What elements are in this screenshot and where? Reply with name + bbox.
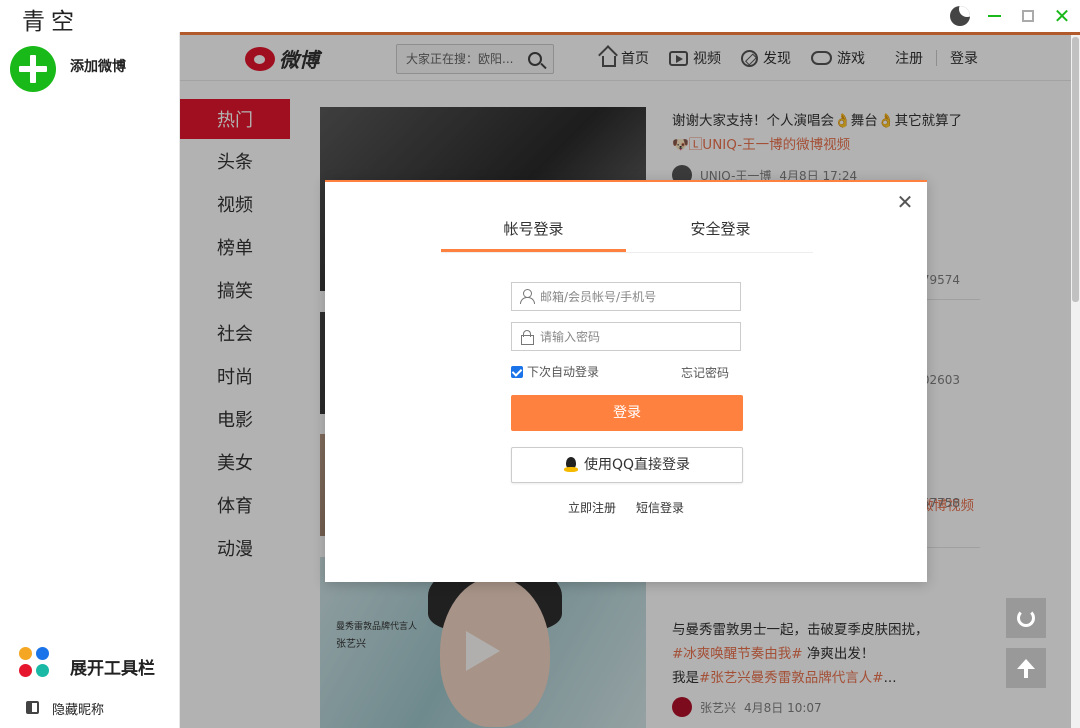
login-dialog: ✕ 帐号登录 安全登录 下次自动登录 忘记密码 登录 使用QQ直接登录 立即注册… — [325, 180, 927, 582]
sms-login-link[interactable]: 短信登录 — [636, 499, 684, 516]
tab-account-login[interactable]: 帐号登录 — [441, 216, 626, 252]
user-icon — [520, 289, 535, 304]
hide-nickname-label[interactable]: 隐藏昵称 — [52, 699, 104, 718]
password-field — [511, 322, 741, 351]
add-weibo-label[interactable]: 添加微博 — [70, 56, 126, 76]
login-bottom-links: 立即注册 短信登录 — [568, 499, 684, 516]
minimize-icon — [987, 15, 1001, 17]
lock-icon — [521, 330, 534, 345]
add-weibo-button[interactable] — [10, 46, 56, 92]
auto-login-checkbox[interactable] — [511, 365, 523, 378]
login-button[interactable]: 登录 — [511, 395, 743, 431]
scrollbar-thumb[interactable] — [1072, 37, 1079, 302]
qq-login-label: 使用QQ直接登录 — [583, 457, 691, 473]
window-controls: ✕ — [950, 5, 1072, 27]
register-now-link[interactable]: 立即注册 — [568, 499, 616, 516]
back-to-top-button[interactable] — [1006, 648, 1046, 688]
maximize-button[interactable] — [1018, 5, 1038, 27]
auto-login-label[interactable]: 下次自动登录 — [527, 363, 599, 380]
night-mode-button[interactable] — [950, 5, 970, 27]
username-input[interactable] — [540, 283, 738, 310]
password-input[interactable] — [540, 323, 738, 350]
toolbar-dots-icon[interactable] — [19, 647, 51, 679]
login-tabs: 帐号登录 安全登录 — [441, 216, 813, 253]
refresh-icon — [1017, 609, 1035, 627]
app-sidebar: 添加微博 展开工具栏 隐藏昵称 — [0, 32, 180, 728]
dot-red — [19, 664, 32, 677]
refresh-button[interactable] — [1006, 598, 1046, 638]
weibo-webview: 微博 首页 视频 发现 游戏 注册 登录 — [180, 32, 1080, 728]
qq-login-button[interactable]: 使用QQ直接登录 — [511, 447, 743, 483]
minimize-button[interactable] — [984, 5, 1004, 27]
app-title: 青空 — [22, 9, 80, 35]
close-window-button[interactable]: ✕ — [1052, 5, 1072, 27]
auto-login-option[interactable]: 下次自动登录 — [511, 363, 599, 380]
expand-toolbar-label[interactable]: 展开工具栏 — [70, 654, 155, 679]
forgot-password-link[interactable]: 忘记密码 — [681, 364, 729, 381]
username-field — [511, 282, 741, 311]
window-titlebar: 青空 ✕ — [0, 0, 1080, 35]
tab-secure-login[interactable]: 安全登录 — [628, 216, 813, 252]
dot-blue — [36, 647, 49, 660]
arrow-up-icon — [1017, 659, 1035, 678]
close-icon: ✕ — [1053, 4, 1071, 28]
dot-orange — [19, 647, 32, 660]
hide-nickname-icon[interactable] — [26, 701, 39, 714]
close-dialog-button[interactable]: ✕ — [896, 192, 914, 212]
dot-teal — [36, 664, 49, 677]
maximize-icon — [1022, 10, 1034, 22]
scrollbar[interactable] — [1071, 35, 1080, 728]
qq-icon — [563, 457, 578, 473]
moon-icon — [950, 6, 970, 26]
